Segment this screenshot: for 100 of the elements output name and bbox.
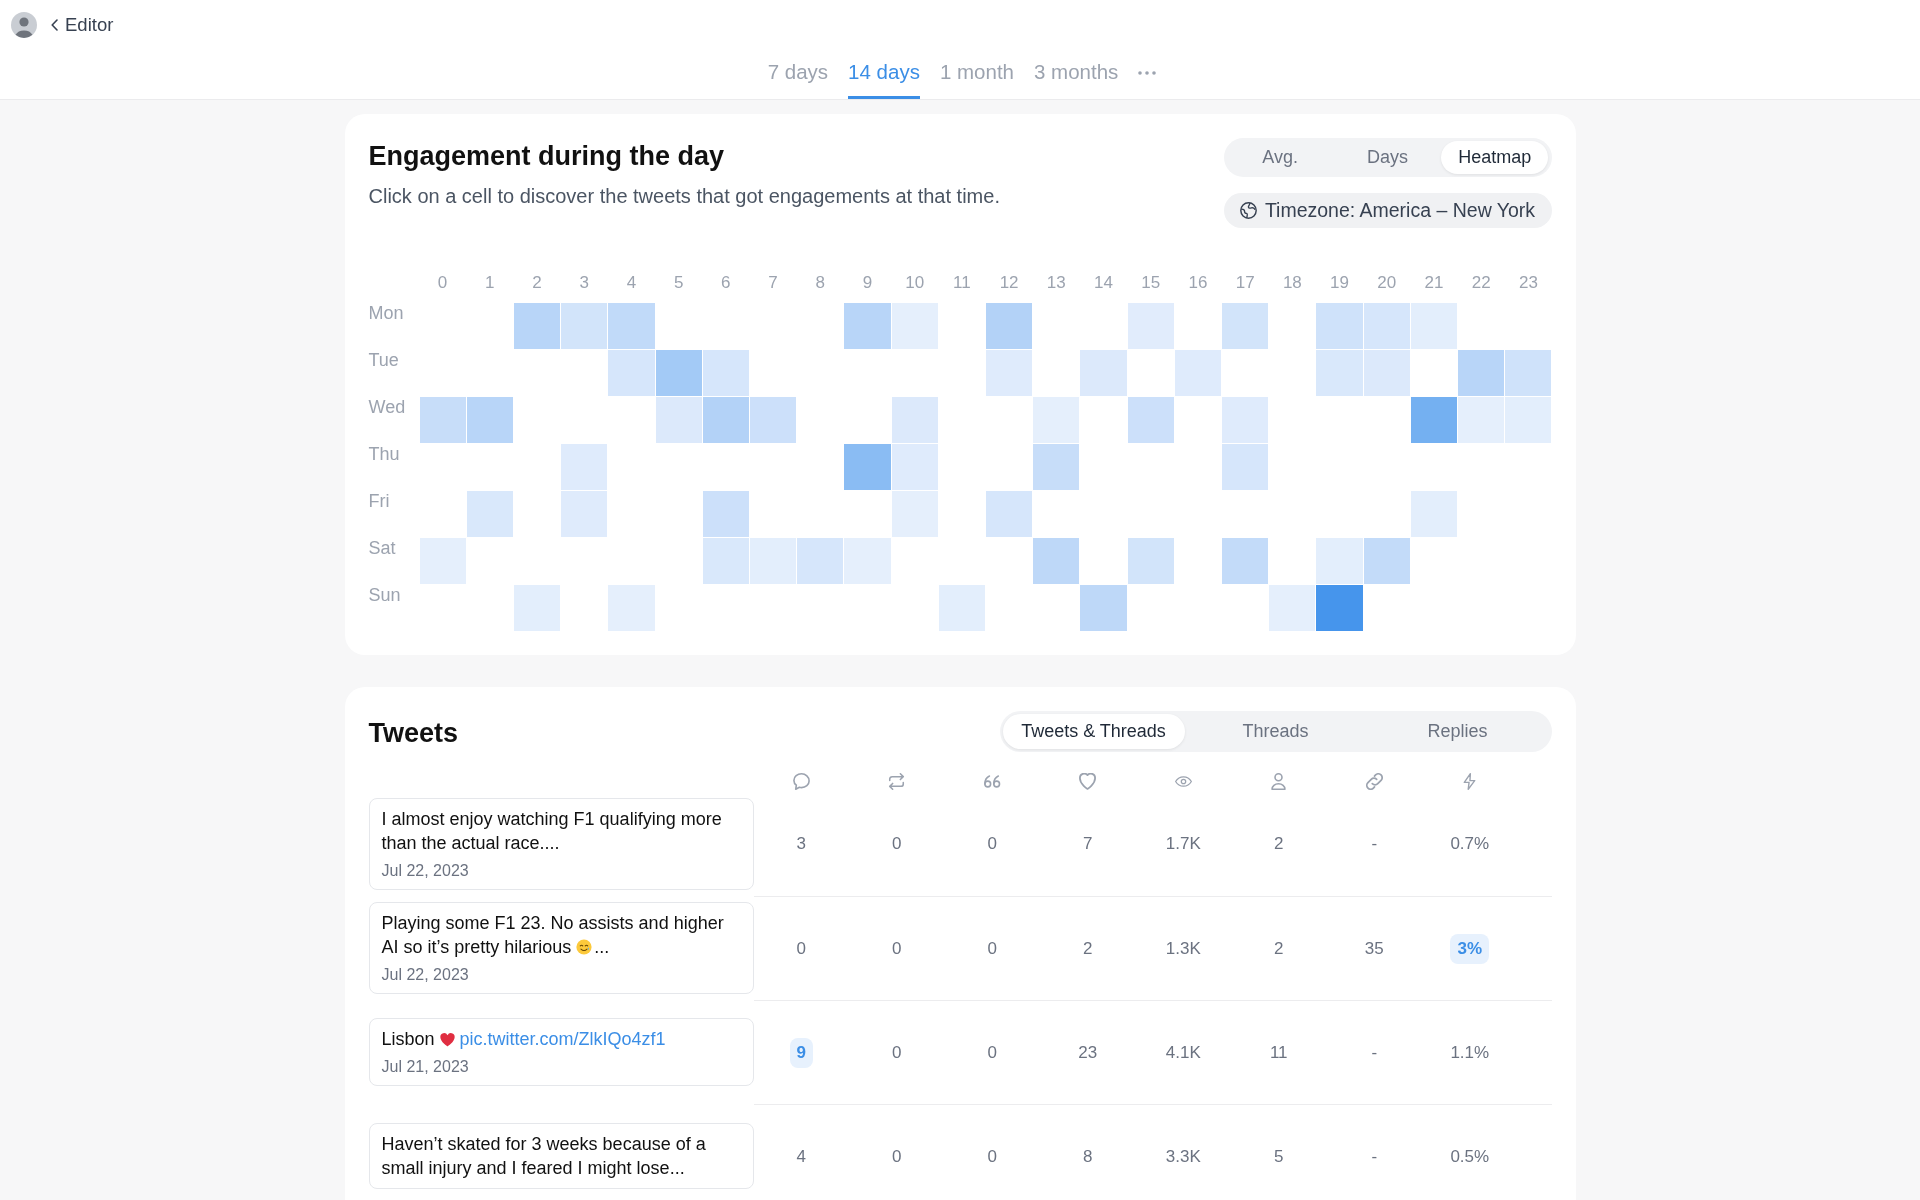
more-icon[interactable]	[1138, 70, 1157, 75]
metric-value: 35	[1364, 937, 1384, 960]
heatmap-cell[interactable]	[1222, 303, 1269, 349]
heatmap-cell[interactable]	[1222, 444, 1269, 490]
metric-value: 0	[987, 833, 997, 855]
heatmap-cell[interactable]	[891, 444, 938, 490]
heatmap-cell[interactable]	[513, 303, 561, 349]
heatmap-cell[interactable]	[466, 491, 513, 537]
heatmap-cell[interactable]	[1458, 350, 1505, 396]
heatmap-cell[interactable]	[1127, 303, 1174, 349]
heatmap-cell[interactable]	[1363, 538, 1410, 584]
metric-value: 0	[892, 1145, 902, 1168]
heatmap-cell[interactable]	[608, 350, 655, 396]
segment-tab[interactable]: Days	[1333, 141, 1442, 174]
heatmap-cell[interactable]	[844, 538, 891, 584]
timezone-button[interactable]: Timezone: America – New York	[1223, 193, 1552, 228]
segment-tab[interactable]: Threads	[1184, 714, 1367, 749]
heatmap-cell[interactable]	[1505, 397, 1552, 443]
heatmap-cell[interactable]	[561, 444, 608, 490]
tweet-card[interactable]: Haven’t skated for 3 weeks because of a small injury and I feared I might lose...	[368, 1123, 754, 1189]
heatmap-cell[interactable]	[466, 397, 513, 443]
heatmap-cell[interactable]	[1410, 491, 1458, 537]
back-button[interactable]: Editor	[51, 12, 114, 38]
heatmap-cell[interactable]	[1127, 538, 1174, 584]
heatmap-cell[interactable]	[1033, 397, 1080, 443]
hour-label: 5	[673, 272, 684, 294]
range-tab[interactable]: 14 days	[848, 50, 920, 99]
hour-label: 6	[721, 272, 731, 294]
hour-label: 18	[1282, 272, 1302, 294]
heatmap-cell[interactable]	[702, 538, 749, 584]
heatmap-cell[interactable]	[1316, 538, 1363, 584]
segment-tab[interactable]: Replies	[1366, 714, 1549, 749]
heatmap-cell[interactable]	[986, 350, 1033, 396]
heatmap-cell[interactable]	[749, 397, 797, 443]
heatmap-cell[interactable]	[1316, 303, 1363, 349]
heatmap-cell[interactable]	[1458, 397, 1505, 443]
heatmap-cell[interactable]	[419, 397, 466, 443]
segment-tab[interactable]: Tweets & Threads	[1002, 714, 1185, 749]
heatmap-cell[interactable]	[1316, 585, 1363, 631]
day-label: Tue	[368, 350, 400, 370]
heatmap-cell[interactable]	[844, 303, 891, 349]
heatmap-cell[interactable]	[1033, 444, 1080, 490]
heatmap-cell[interactable]	[1410, 397, 1458, 443]
heatmap-cell[interactable]	[561, 491, 608, 537]
heatmap-cell[interactable]	[749, 538, 797, 584]
heatmap-cell[interactable]	[608, 303, 655, 349]
heatmap-cell[interactable]	[655, 397, 702, 443]
metric-value: 4.1K	[1165, 1041, 1201, 1064]
heatmap-cell[interactable]	[1080, 585, 1127, 631]
heatmap-cell[interactable]	[1363, 303, 1410, 349]
tweet-card[interactable]: Playing some F1 23. No assists and higher AI so it’s pretty hilarious ... Jul 22, 2023	[368, 902, 754, 994]
hour-label: 22	[1471, 272, 1491, 294]
heatmap-cell[interactable]	[561, 303, 608, 349]
range-tab[interactable]: 3 months	[1034, 50, 1119, 99]
heatmap-cell[interactable]	[1080, 350, 1127, 396]
segment-tab[interactable]: Avg.	[1226, 141, 1334, 174]
heatmap-cell[interactable]	[702, 397, 749, 443]
avatar[interactable]	[11, 12, 37, 38]
heart-emoji-icon	[439, 1033, 455, 1047]
heatmap-cell[interactable]	[891, 491, 938, 537]
heatmap-cell[interactable]	[891, 397, 938, 443]
tweet-link[interactable]: pic.twitter.com/ZlkIQo4zf1	[459, 1029, 666, 1049]
segment-tab[interactable]: Heatmap	[1441, 141, 1549, 174]
heatmap-cell[interactable]	[938, 585, 985, 631]
heatmap-cell[interactable]	[702, 350, 749, 396]
range-tab[interactable]: 1 month	[939, 50, 1014, 99]
hour-label: 13	[1046, 272, 1066, 294]
tweet-card[interactable]: I almost enjoy watching F1 qualifying more than the actual race.... Jul 22, 2023	[368, 798, 754, 890]
heatmap-cell[interactable]	[419, 538, 466, 584]
day-label: Thu	[368, 444, 401, 464]
heatmap-cell[interactable]	[655, 350, 702, 396]
heatmap-cell[interactable]	[1505, 350, 1552, 396]
heatmap-cell[interactable]	[986, 303, 1033, 349]
hour-label: 20	[1377, 272, 1397, 294]
tweet-card[interactable]: Lisbon pic.twitter.com/ZlkIQo4zf1 Jul 21, 2023	[368, 1018, 754, 1086]
heatmap-cell[interactable]	[891, 303, 938, 349]
heatmap-cell[interactable]	[608, 585, 655, 631]
range-tab[interactable]: 7 days	[767, 50, 829, 99]
heatmap-cell[interactable]	[1222, 538, 1269, 584]
metric-value: 3.3K	[1165, 1145, 1201, 1168]
heatmap-cell[interactable]	[1269, 585, 1316, 631]
heatmap-cell[interactable]	[1174, 350, 1222, 396]
heatmap-cell[interactable]	[797, 538, 844, 584]
heatmap-cell[interactable]	[1033, 538, 1080, 584]
heatmap-cell[interactable]	[1127, 397, 1174, 443]
metric-value: 0	[892, 1041, 902, 1064]
heatmap-cell[interactable]	[1222, 397, 1269, 443]
heatmap-cell[interactable]	[1410, 303, 1458, 349]
hour-label: 9	[862, 272, 873, 294]
heatmap-cell[interactable]	[986, 491, 1033, 537]
hour-label: 1	[485, 272, 495, 294]
heatmap-cell[interactable]	[702, 491, 749, 537]
hour-label: 21	[1424, 272, 1444, 294]
heatmap-cell[interactable]	[844, 444, 891, 490]
heatmap-cell[interactable]	[1316, 350, 1363, 396]
heatmap-cell[interactable]	[1363, 350, 1410, 396]
repeat-arrows-icon	[888, 772, 906, 790]
heatmap-cell[interactable]	[513, 585, 561, 631]
metric-value: -	[1371, 1041, 1378, 1064]
day-label: Sat	[368, 538, 397, 558]
